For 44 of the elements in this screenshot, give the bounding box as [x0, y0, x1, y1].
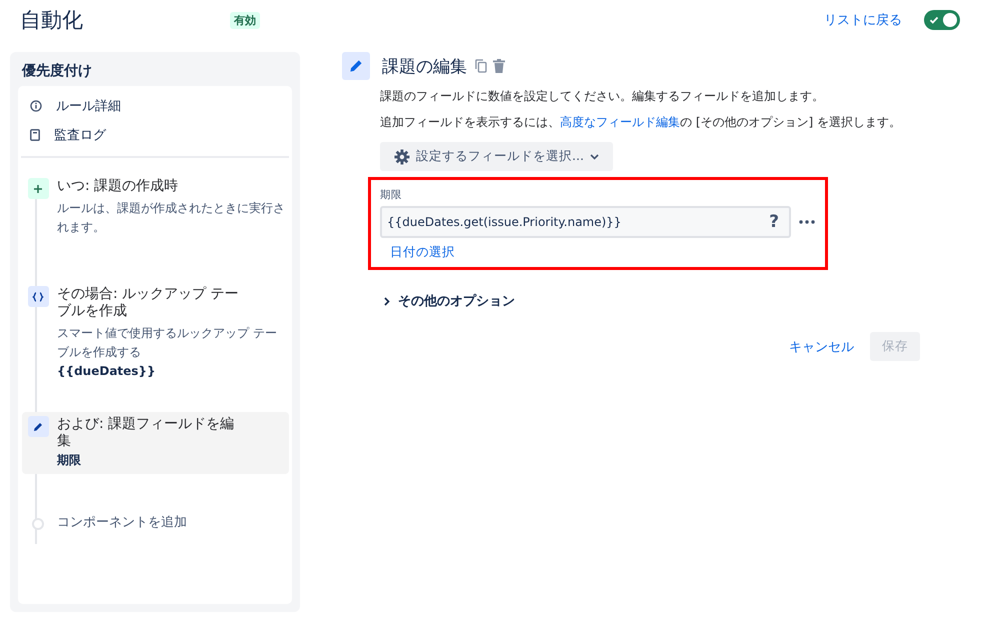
info-icon	[30, 100, 42, 112]
rule-enabled-toggle[interactable]	[924, 10, 960, 30]
copy-icon[interactable]	[475, 59, 487, 73]
help-button[interactable]: ?	[767, 212, 781, 232]
editor-hint: 追加フィールドを表示するには、高度なフィールド編集の [その他のオプション] を選択します。	[380, 114, 902, 130]
editor-title: 課題の編集	[382, 56, 467, 78]
chevron-down-icon	[590, 154, 599, 160]
advanced-field-editing-link[interactable]: 高度なフィールド編集	[560, 115, 680, 129]
pencil-icon	[28, 416, 48, 437]
step-title: いつ: 課題の作成時	[57, 178, 180, 195]
field-picker-dropdown[interactable]: 設定するフィールドを選択...	[380, 142, 613, 171]
settings-icon	[394, 148, 410, 164]
editor-description: 課題のフィールドに数値を設定してください。編集するフィールドを追加します。	[380, 88, 825, 104]
step-detail: 期限	[57, 452, 82, 469]
empty-circle-icon	[32, 518, 44, 530]
page-title: 自動化	[20, 7, 84, 34]
sidebar-item[interactable]: ルール詳細	[18, 92, 292, 121]
step-detail: {{dueDates}}	[57, 364, 157, 378]
step-description: ルールは、課題が作成されたときに実行されます。	[57, 200, 285, 236]
field-label: 期限	[380, 188, 403, 202]
check-icon	[929, 15, 939, 25]
rule-step[interactable]: いつ: 課題の作成時 ルールは、課題が作成されたときに実行されます。	[22, 174, 289, 282]
trash-icon[interactable]	[493, 59, 505, 73]
step-title: および: 課題フィールドを編集	[57, 416, 236, 450]
date-picker-link[interactable]: 日付の選択	[390, 244, 455, 261]
due-date-input[interactable]: {{dueDates.get(issue.Priority.name)}} ?	[380, 206, 791, 238]
cancel-link[interactable]: キャンセル	[789, 338, 854, 356]
status-badge: 有効	[230, 12, 260, 28]
chevron-right-icon	[384, 296, 390, 306]
pencil-icon	[342, 52, 370, 80]
step-title: コンポーネントを追加	[57, 514, 187, 531]
step-title: その場合: ルックアップ テーブルを作成	[57, 286, 240, 320]
more-icon[interactable]	[799, 220, 815, 224]
document-icon	[30, 129, 40, 141]
sidebar-item[interactable]: 監査ログ	[18, 121, 292, 150]
more-options-toggle[interactable]: その他のオプション	[384, 292, 515, 310]
rule-step[interactable]: その場合: ルックアップ テーブルを作成 スマート値で使用するルックアップ テーブルを作成する {{dueDates}}	[22, 282, 289, 412]
plus-icon	[28, 178, 48, 199]
rule-name: 優先度付け	[20, 62, 93, 81]
rule-step[interactable]: および: 課題フィールドを編集 期限	[22, 412, 289, 474]
back-to-list-link[interactable]: リストに戻る	[824, 11, 902, 29]
rule-step[interactable]: コンポーネントを追加	[22, 510, 289, 540]
step-description: スマート値で使用するルックアップ テーブルを作成する	[57, 325, 278, 361]
braces-icon	[28, 286, 48, 307]
